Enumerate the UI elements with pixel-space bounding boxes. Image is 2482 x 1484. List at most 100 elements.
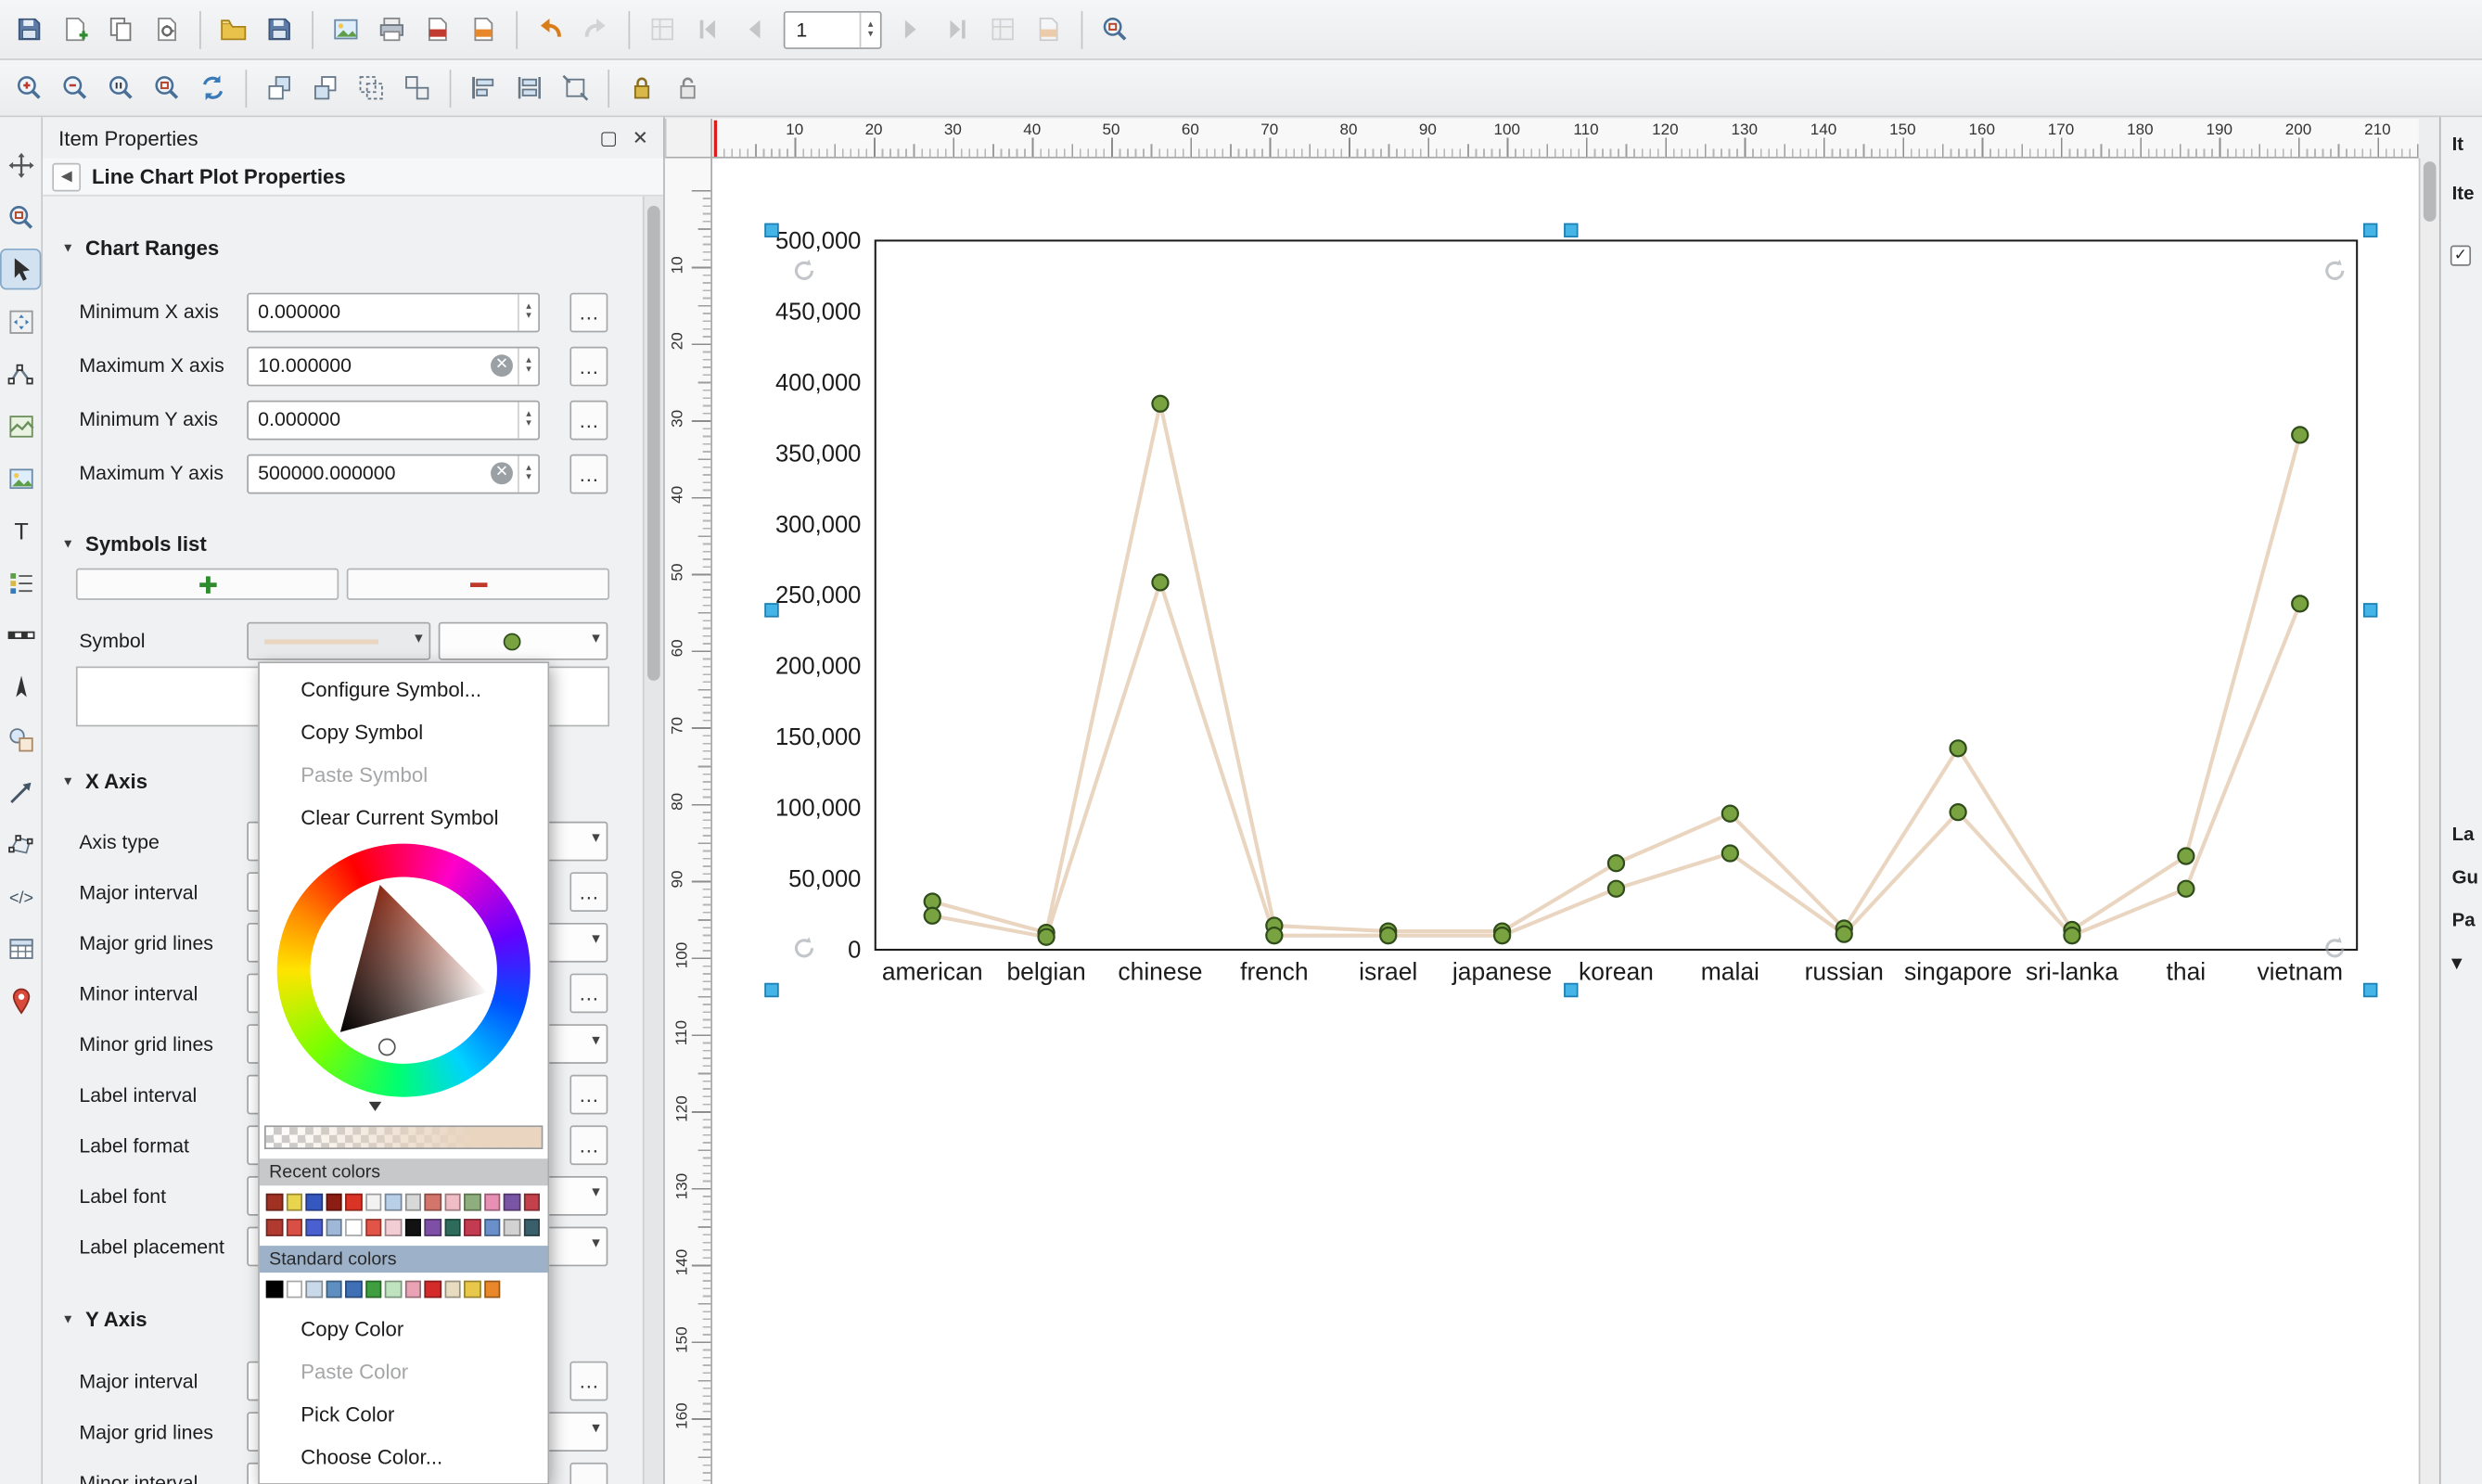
color-swatch[interactable]	[345, 1219, 362, 1236]
color-swatch[interactable]	[404, 1194, 421, 1211]
data-defined-button[interactable]: …	[569, 1075, 608, 1115]
color-swatch[interactable]	[504, 1219, 520, 1236]
resize-handle[interactable]	[1563, 982, 1577, 996]
color-swatch[interactable]	[326, 1219, 342, 1236]
add-north-arrow-tool-button[interactable]	[2, 668, 40, 706]
resize-handle[interactable]	[763, 982, 777, 996]
data-defined-button[interactable]: …	[569, 400, 608, 440]
zoom-actual-button[interactable]	[98, 65, 144, 110]
color-swatch[interactable]	[266, 1281, 283, 1298]
move-item-content-tool-button[interactable]	[2, 302, 40, 340]
add-map-tool-button[interactable]	[2, 407, 40, 445]
color-swatch[interactable]	[305, 1194, 322, 1211]
menu-item-pick-color[interactable]: Pick Color	[260, 1393, 548, 1436]
add-node-item-tool-button[interactable]	[2, 825, 40, 863]
section-symbols-list[interactable]: ▼Symbols list	[43, 524, 643, 562]
zoom-full-button[interactable]	[144, 65, 189, 110]
resize-items-button[interactable]	[553, 65, 598, 110]
zoom-in-button[interactable]	[6, 65, 52, 110]
resize-handle[interactable]	[763, 223, 777, 237]
color-swatch[interactable]	[385, 1194, 402, 1211]
color-swatch[interactable]	[286, 1194, 302, 1211]
color-swatch[interactable]	[326, 1194, 342, 1211]
resize-handle[interactable]	[1563, 223, 1577, 237]
color-swatch[interactable]	[365, 1219, 381, 1236]
lower-items-button[interactable]	[302, 65, 348, 110]
alpha-slider-marker[interactable]	[369, 1102, 382, 1111]
data-defined-button[interactable]: …	[569, 1125, 608, 1165]
menu-item-clear-current-symbol[interactable]: Clear Current Symbol	[260, 796, 548, 838]
save-project-button[interactable]	[6, 6, 52, 52]
color-swatch[interactable]	[504, 1194, 520, 1211]
duplicate-layout-button[interactable]	[98, 6, 144, 52]
remove-symbol-button[interactable]	[347, 569, 609, 600]
add-html-tool-button[interactable]: </>	[2, 876, 40, 915]
section-chart-ranges[interactable]: ▼Chart Ranges	[43, 228, 643, 266]
raise-items-button[interactable]	[256, 65, 301, 110]
color-swatch[interactable]	[483, 1281, 500, 1298]
page-spin-buttons[interactable]: ▴▾	[860, 12, 880, 47]
color-swatch[interactable]	[444, 1194, 461, 1211]
value-field-minimum-y-axis[interactable]: 0.000000▴▾	[247, 400, 540, 440]
color-swatch[interactable]	[365, 1194, 381, 1211]
align-items-button[interactable]	[461, 65, 506, 110]
pan-layout-tool-button[interactable]	[2, 146, 40, 184]
back-button[interactable]: ◀	[52, 162, 81, 191]
line-symbol-dropdown[interactable]: ▾	[247, 622, 430, 660]
color-wheel[interactable]	[277, 844, 531, 1097]
add-arrow-tool-button[interactable]	[2, 773, 40, 811]
color-swatch[interactable]	[326, 1281, 342, 1298]
color-swatch[interactable]	[365, 1281, 381, 1298]
ungroup-items-button[interactable]	[394, 65, 440, 110]
lock-items-button[interactable]	[619, 65, 664, 110]
color-swatch[interactable]	[424, 1281, 441, 1298]
distribute-items-button[interactable]	[506, 65, 552, 110]
resize-handle[interactable]	[2362, 602, 2376, 616]
color-swatch[interactable]	[345, 1281, 362, 1298]
spin-buttons[interactable]: ▴▾	[518, 402, 538, 438]
color-swatch[interactable]	[464, 1194, 480, 1211]
color-swatch[interactable]	[444, 1281, 461, 1298]
color-swatch[interactable]	[266, 1219, 283, 1236]
edit-nodes-item-tool-button[interactable]	[2, 354, 40, 392]
add-marker-tool-button[interactable]	[2, 981, 40, 1019]
data-defined-button[interactable]: …	[569, 1463, 608, 1484]
color-swatch[interactable]	[404, 1281, 421, 1298]
print-button[interactable]	[369, 6, 415, 52]
clear-value-icon[interactable]: ✕	[491, 462, 513, 484]
canvas-scrollbar[interactable]	[2419, 159, 2439, 1484]
add-scalebar-tool-button[interactable]	[2, 616, 40, 654]
export-image-button[interactable]	[323, 6, 368, 52]
marker-symbol-dropdown[interactable]: ▾	[439, 622, 608, 660]
unlock-items-button[interactable]	[665, 65, 710, 110]
menu-item-choose-color[interactable]: Choose Color...	[260, 1436, 548, 1478]
data-defined-button[interactable]: …	[569, 974, 608, 1014]
resize-handle[interactable]	[763, 602, 777, 616]
undo-button[interactable]	[527, 6, 572, 52]
save-layout-button[interactable]	[256, 6, 301, 52]
saturation-triangle[interactable]	[310, 876, 496, 1063]
color-swatch[interactable]	[305, 1219, 322, 1236]
color-swatch[interactable]	[286, 1281, 302, 1298]
color-swatch[interactable]	[424, 1219, 441, 1236]
new-layout-button[interactable]	[52, 6, 97, 52]
select-move-item-tool-button[interactable]	[2, 250, 40, 288]
color-swatch[interactable]	[345, 1194, 362, 1211]
value-field-maximum-x-axis[interactable]: 10.000000✕▴▾	[247, 346, 540, 386]
clear-value-icon[interactable]: ✕	[491, 354, 513, 377]
layout-canvas[interactable]	[712, 159, 2419, 1484]
color-marker[interactable]	[380, 1040, 394, 1054]
alpha-slider[interactable]	[264, 1125, 543, 1149]
zoom-out-button[interactable]	[52, 65, 97, 110]
color-swatch[interactable]	[523, 1219, 540, 1236]
color-swatch[interactable]	[464, 1281, 480, 1298]
data-defined-button[interactable]: …	[569, 872, 608, 912]
color-swatch[interactable]	[385, 1219, 402, 1236]
spin-buttons[interactable]: ▴▾	[518, 348, 538, 384]
data-defined-button[interactable]: …	[569, 1362, 608, 1401]
color-swatch[interactable]	[286, 1219, 302, 1236]
menu-item-configure-symbol[interactable]: Configure Symbol...	[260, 668, 548, 710]
item-visibility-checkbox[interactable]: ✓	[2450, 246, 2471, 266]
scrollbar-thumb[interactable]	[2424, 161, 2437, 222]
resize-handle[interactable]	[2362, 223, 2376, 237]
